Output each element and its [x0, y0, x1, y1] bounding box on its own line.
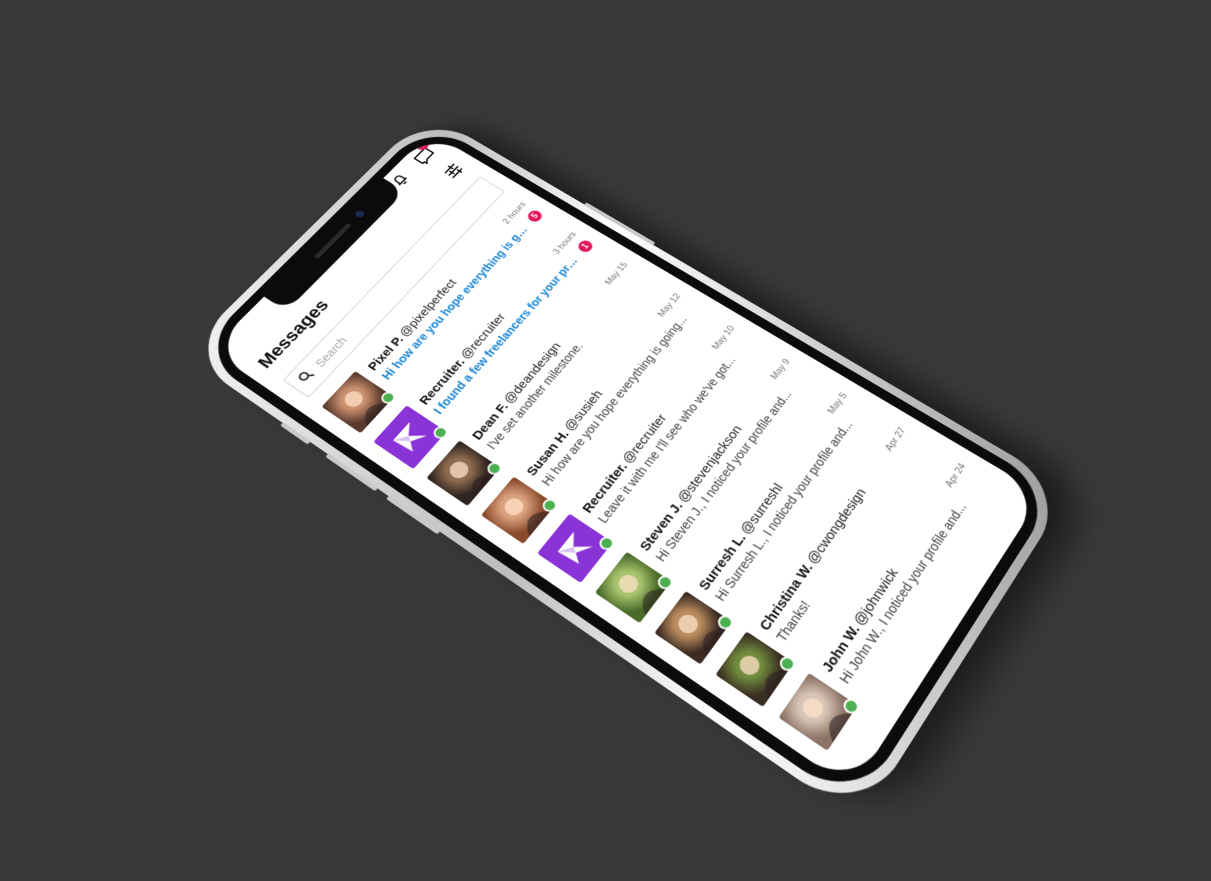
scene: 6 Messages Search Pixel P.@pixelperfect …	[0, 0, 1211, 881]
avatar	[778, 672, 862, 751]
chat-icon[interactable]: 6	[410, 138, 440, 168]
unread-count-badge: 1	[575, 238, 596, 255]
filter-icon[interactable]	[439, 160, 467, 182]
avatar-photo	[778, 672, 858, 751]
search-icon	[295, 367, 319, 387]
front-camera	[353, 209, 366, 219]
phone-mockup: 6 Messages Search Pixel P.@pixelperfect …	[182, 112, 1071, 823]
